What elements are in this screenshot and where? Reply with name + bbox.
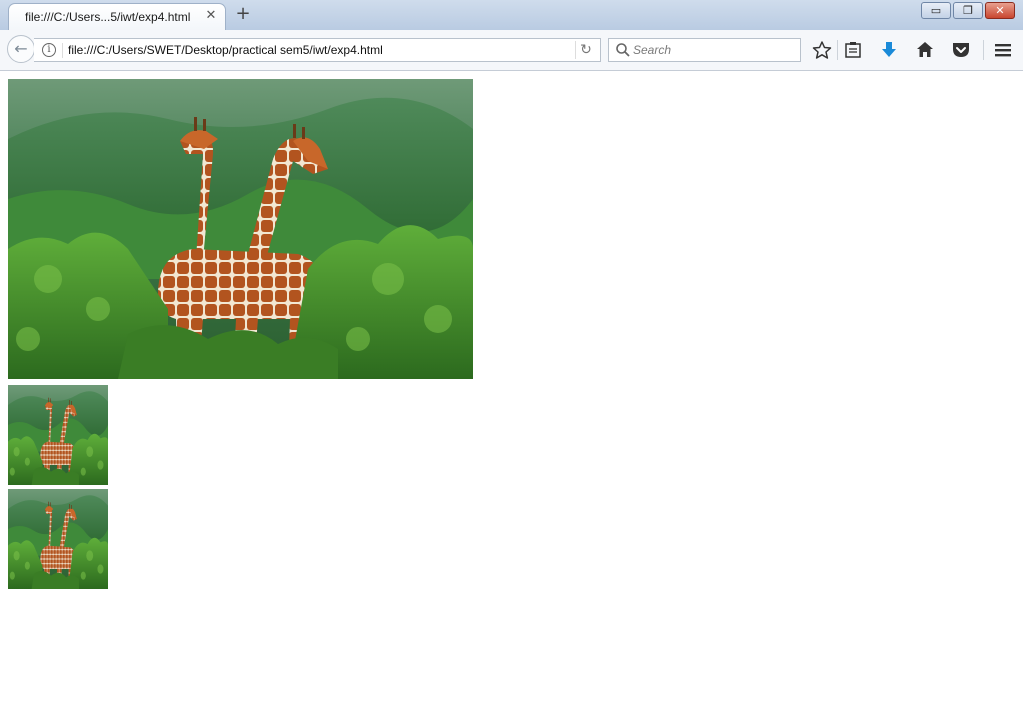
- restore-button[interactable]: ❐: [953, 2, 983, 19]
- back-button[interactable]: ←: [7, 35, 35, 63]
- giraffes-thumbnail-2: [8, 489, 108, 589]
- restore-icon: ❐: [963, 4, 973, 17]
- tab-bar: file:///C:/Users...5/iwt/exp4.html ✕ + ▭…: [0, 0, 1023, 31]
- page-content: [0, 71, 1023, 728]
- address-bar[interactable]: i file:///C:/Users/SWET/Desktop/practica…: [34, 38, 601, 62]
- search-icon: [616, 43, 630, 57]
- browser-chrome: file:///C:/Users...5/iwt/exp4.html ✕ + ▭…: [0, 0, 1023, 71]
- giraffes-large-image: [8, 79, 473, 379]
- download-icon[interactable]: [876, 38, 902, 62]
- reload-icon[interactable]: ↻: [575, 41, 596, 59]
- menu-icon[interactable]: [990, 38, 1016, 62]
- url-separator: [62, 43, 63, 58]
- minimize-icon: ▭: [930, 4, 942, 17]
- tab-close-icon[interactable]: ✕: [204, 9, 218, 23]
- tab-exp4[interactable]: file:///C:/Users...5/iwt/exp4.html ✕: [8, 3, 226, 31]
- home-icon[interactable]: [912, 38, 938, 62]
- window-controls: ▭ ❐ ✕: [919, 2, 1015, 20]
- search-input[interactable]: [633, 41, 793, 59]
- reading-list-icon[interactable]: [840, 38, 866, 62]
- search-box[interactable]: [608, 38, 801, 62]
- pocket-icon[interactable]: [948, 38, 974, 62]
- minimize-button[interactable]: ▭: [921, 2, 951, 19]
- close-window-button[interactable]: ✕: [985, 2, 1015, 19]
- back-arrow-icon: ←: [14, 39, 28, 58]
- url-text[interactable]: file:///C:/Users/SWET/Desktop/practical …: [68, 43, 383, 57]
- navigation-toolbar: ← i file:///C:/Users/SWET/Desktop/practi…: [0, 30, 1023, 71]
- new-tab-button[interactable]: +: [234, 5, 252, 23]
- close-icon: ✕: [995, 4, 1005, 17]
- giraffes-thumbnail-1: [8, 385, 108, 485]
- toolbar-separator: [983, 40, 984, 60]
- tab-title: file:///C:/Users...5/iwt/exp4.html: [25, 10, 191, 24]
- site-info-icon[interactable]: i: [42, 43, 56, 57]
- toolbar-separator: [837, 40, 838, 60]
- bookmark-star-icon[interactable]: [809, 38, 835, 62]
